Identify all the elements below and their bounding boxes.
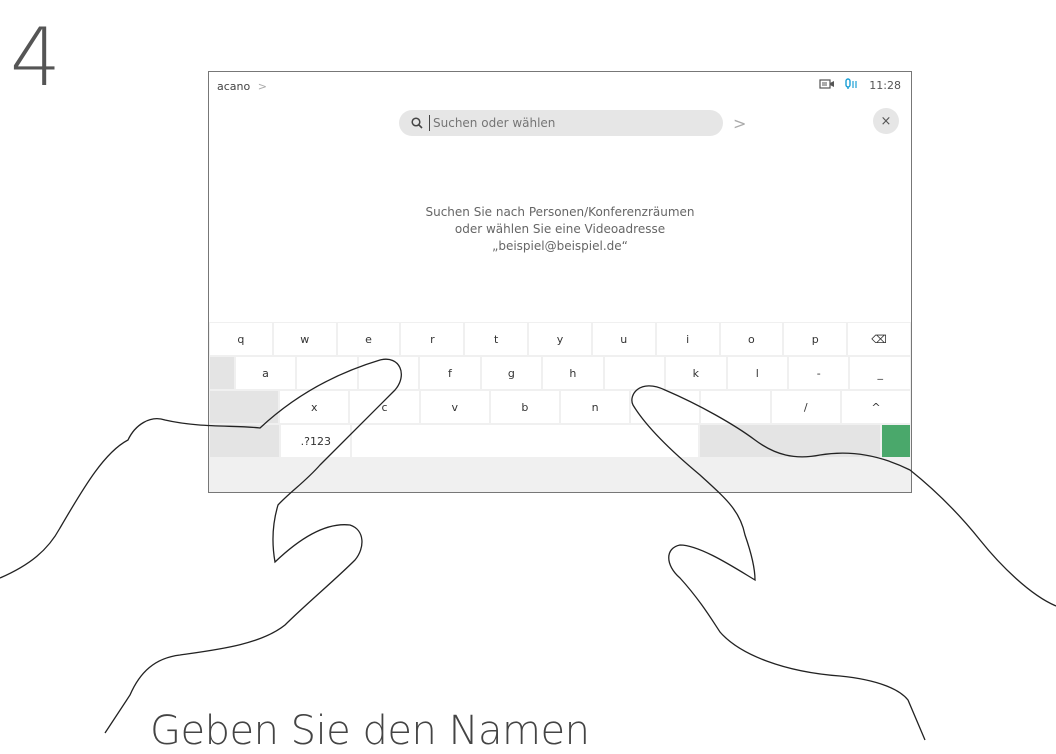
on-screen-keyboard: q w e r t y u i o p ⌫ a f g h k l - _ x … [209,322,911,492]
backspace-key[interactable]: ⌫ [848,323,910,355]
breadcrumb-label: acano [217,80,251,93]
search-input[interactable] [429,115,695,131]
key-dash[interactable]: - [789,357,849,389]
keyboard-row-1: q w e r t y u i o p ⌫ [209,322,911,356]
hint-line-3: „beispiel@beispiel.de“ [492,239,628,253]
key-c[interactable]: c [350,391,419,423]
key-a[interactable]: a [235,357,296,389]
enter-key[interactable] [882,425,911,457]
chevron-up-icon[interactable]: ^ [841,391,911,423]
key-s[interactable] [297,357,357,389]
chevron-right-icon: > [257,80,267,93]
key-n[interactable]: n [561,391,630,423]
status-area: 11:28 [819,78,901,93]
camera-icon[interactable] [819,78,835,93]
space-key[interactable] [352,425,699,457]
key-o[interactable]: o [720,323,783,355]
clock-time: 11:28 [869,79,901,92]
symbols-key[interactable]: .?123 [281,425,351,457]
key-v[interactable]: v [420,391,489,423]
key-w[interactable]: w [273,323,336,355]
key-q[interactable]: q [210,323,272,355]
device-screen: acano > 11:28 > × Suchen Sie nach Person… [208,71,912,493]
keyboard-row-4: .?123 [209,424,911,458]
key-spacer [210,357,234,389]
key-slash[interactable]: / [771,391,840,423]
key-k[interactable]: k [666,357,726,389]
key-m[interactable] [631,391,700,423]
key-p[interactable]: p [784,323,847,355]
key-underscore[interactable]: _ [850,357,910,389]
key-r[interactable]: r [401,323,464,355]
search-icon [411,114,423,133]
key-u[interactable]: u [592,323,655,355]
key-j[interactable] [604,357,665,389]
hint-line-2: oder wählen Sie eine Videoadresse [454,222,666,236]
key-e[interactable]: e [337,323,400,355]
key-dot[interactable] [701,391,770,423]
key-blank-2 [700,425,881,457]
key-g[interactable]: g [481,357,542,389]
breadcrumb[interactable]: acano > [217,80,267,93]
key-blank [210,425,280,457]
key-i[interactable]: i [656,323,719,355]
close-button[interactable]: × [873,108,899,134]
key-l[interactable]: l [727,357,788,389]
key-f[interactable]: f [420,357,480,389]
hint-line-1: Suchen Sie nach Personen/Konferenzräumen [425,205,695,219]
step-number: 4 [10,11,61,104]
keyboard-row-3: x c v b n / ^ [209,390,911,424]
shift-key[interactable] [210,391,279,423]
search-field[interactable] [399,110,723,136]
microphone-icon[interactable] [845,78,859,93]
search-submit-icon[interactable]: > [733,114,746,133]
search-hint: Suchen Sie nach Personen/Konferenzräumen… [209,204,911,255]
key-y[interactable]: y [529,323,591,355]
caption: Geben Sie den Namen [150,708,590,754]
top-bar: acano > 11:28 [209,72,911,100]
key-d[interactable] [358,357,419,389]
key-t[interactable]: t [465,323,528,355]
keyboard-row-2: a f g h k l - _ [209,356,911,390]
key-x[interactable]: x [280,391,349,423]
key-h[interactable]: h [543,357,603,389]
key-b[interactable]: b [490,391,560,423]
